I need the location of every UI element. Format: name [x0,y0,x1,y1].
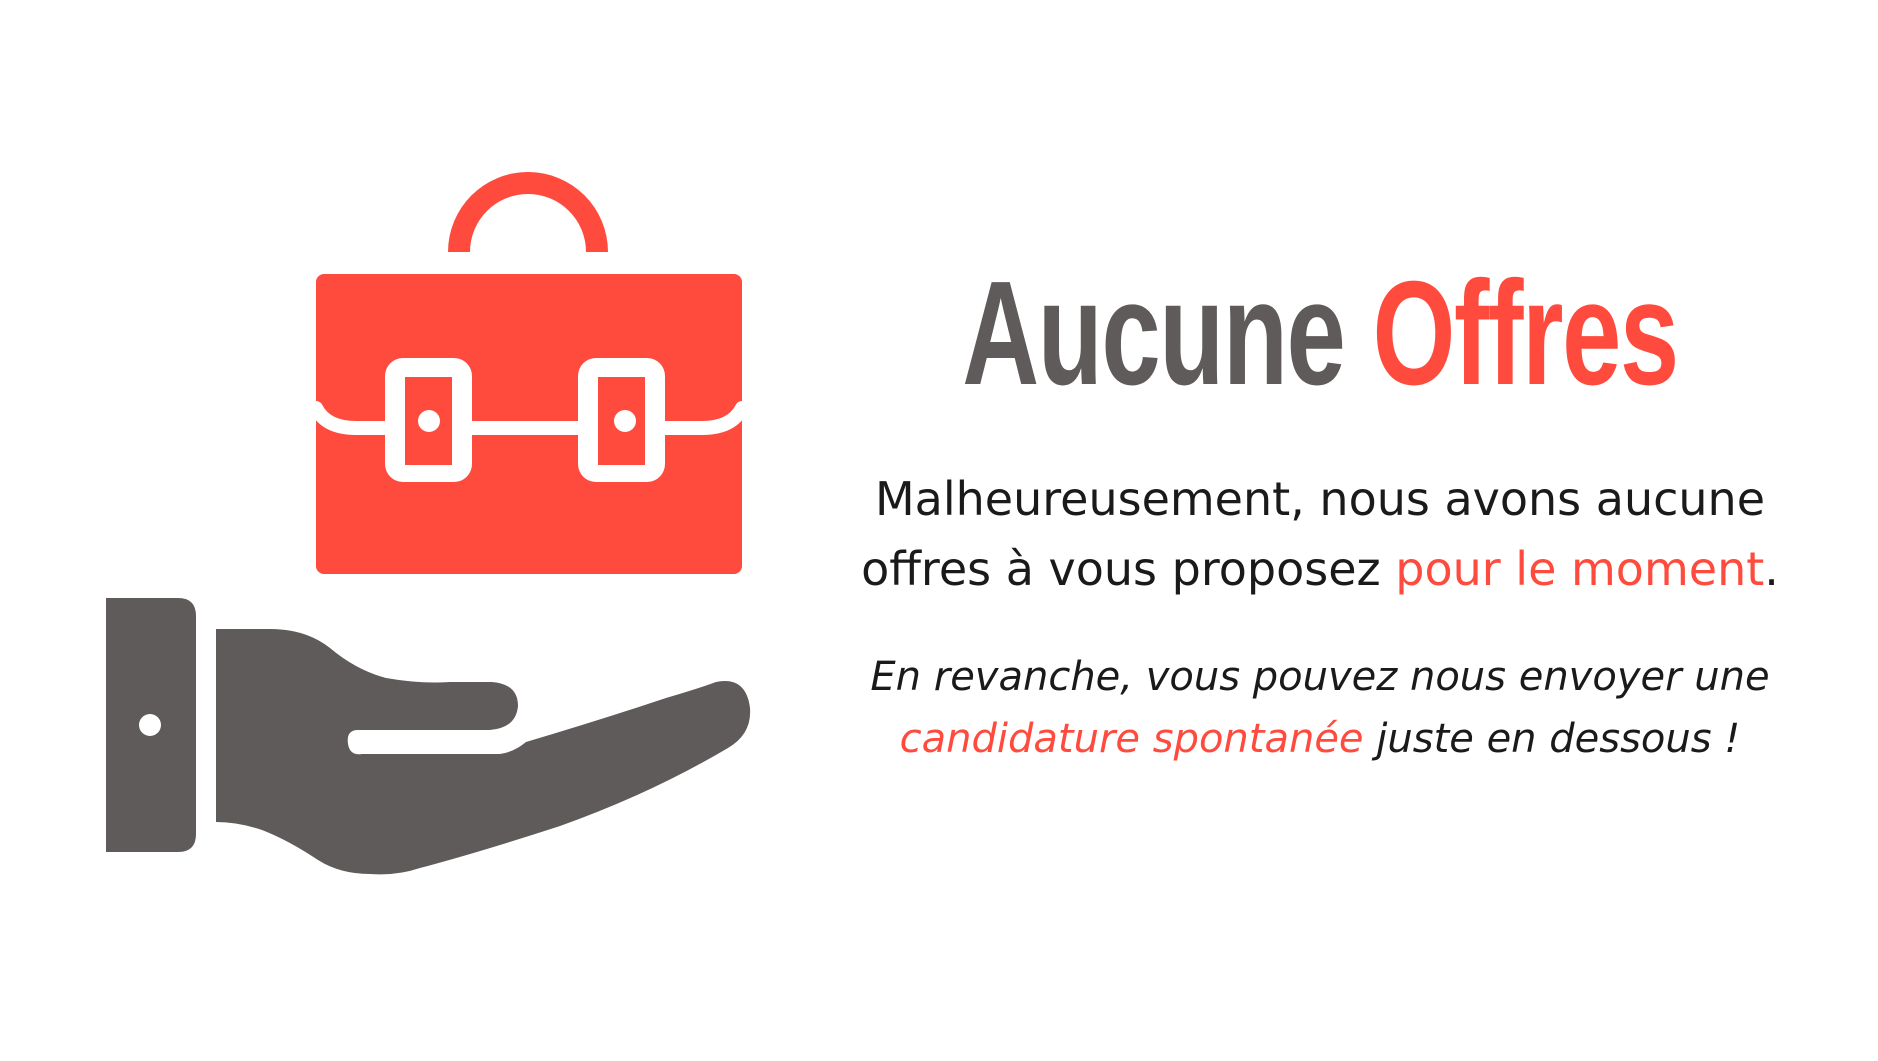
title-word-offres: Offres [1372,251,1680,416]
illustration [0,0,780,1056]
spontaneous-application-note: En revanche, vous pouvez nous envoyer un… [820,646,1820,770]
no-offers-message: Malheureusement, nous avons aucune offre… [820,464,1820,604]
message-panel: Aucune Offres Malheureusement, nous avon… [820,260,1820,770]
title-word-aucune: Aucune [962,251,1346,416]
briefcase-icon [309,172,749,574]
message-line1: Malheureusement, nous avons aucune [874,472,1765,526]
open-hand-icon [106,598,751,875]
message-line2-end: . [1764,542,1779,596]
message-highlight: pour le moment [1395,542,1765,596]
message-line2-start: offres à vous proposez [861,542,1396,596]
page-title: Aucune Offres [960,260,1680,408]
note-line2-end: juste en dessous ! [1363,716,1741,762]
illustration-svg [106,172,751,875]
note-highlight: candidature spontanée [899,716,1364,762]
note-line1: En revanche, vous pouvez nous envoyer un… [870,654,1770,700]
